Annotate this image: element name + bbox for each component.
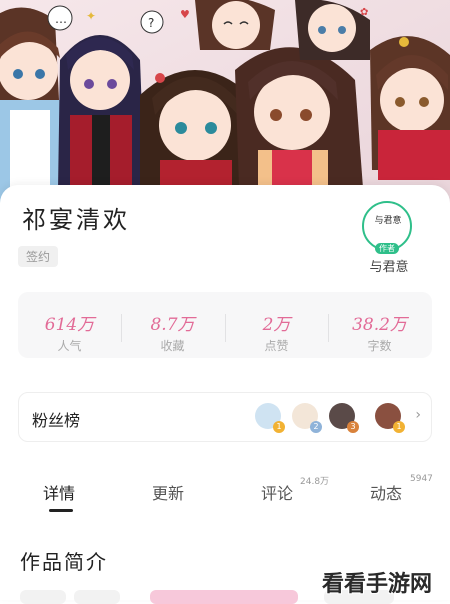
fan-rank-badge: 1 — [273, 421, 285, 433]
book-title: 祁宴清欢 — [22, 206, 130, 234]
watermark: 看看手游网 — [322, 572, 433, 597]
stat-label: 字数 — [367, 339, 392, 353]
fan-avatar[interactable]: 2 — [292, 403, 322, 433]
author-name[interactable]: 与君意 — [362, 256, 416, 275]
stat-label: 人气 — [57, 339, 82, 353]
stat-value: 38.2万 — [352, 315, 407, 335]
genre-chip[interactable] — [74, 590, 120, 604]
stat-value: 2万 — [262, 315, 291, 335]
stat-favorites: 8.7万 收藏 — [121, 310, 224, 354]
tab-activity[interactable]: 动态 — [370, 480, 402, 504]
svg-text:✦: ✦ — [86, 9, 96, 23]
svg-text:✿: ✿ — [360, 7, 368, 18]
cover-banner: … ? ✦ ♥ ✿ — [0, 0, 450, 215]
cover-illustration: … ? ✦ ♥ ✿ — [0, 0, 450, 215]
author-avatar-text: 与君意 — [374, 216, 402, 226]
stat-label: 点赞 — [264, 339, 289, 353]
fans-ranking-label: 粉丝榜 — [32, 411, 81, 430]
stat-value: 614万 — [44, 315, 95, 335]
stat-likes: 2万 点赞 — [225, 310, 328, 354]
fan-avatar[interactable]: 1 — [255, 403, 285, 433]
fan-rank-badge: 1 — [393, 421, 405, 433]
stat-label: 收藏 — [160, 339, 185, 353]
svg-text:…: … — [55, 12, 67, 26]
synopsis-title: 作品简介 — [20, 550, 108, 574]
author-badge: 作者 — [375, 243, 399, 254]
svg-text:?: ? — [148, 16, 154, 30]
fan-rank-badge: 3 — [347, 421, 359, 433]
stat-value: 8.7万 — [150, 315, 195, 335]
fan-avatar[interactable]: 3 — [329, 403, 359, 433]
stat-word-count: 38.2万 字数 — [328, 310, 431, 354]
fan-avatar[interactable]: 1 — [375, 403, 405, 433]
genre-chip[interactable] — [20, 590, 66, 604]
chevron-right-icon[interactable]: › — [415, 407, 421, 423]
fan-rank-badge: 2 — [310, 421, 322, 433]
comments-count: 24.8万 — [300, 477, 330, 487]
svg-text:♥: ♥ — [180, 8, 190, 21]
activity-count: 5947 — [410, 474, 433, 484]
stats-panel: 614万 人气 8.7万 收藏 2万 点赞 38.2万 字数 — [18, 292, 432, 358]
highlight-chip[interactable] — [150, 590, 298, 604]
tab-updates[interactable]: 更新 — [152, 480, 184, 504]
stat-popularity: 614万 人气 — [18, 310, 121, 354]
fans-ranking-row[interactable]: 粉丝榜 1 2 3 1 › — [18, 392, 432, 442]
tab-details[interactable]: 详情 — [43, 480, 75, 504]
tab-comments[interactable]: 评论 — [261, 480, 293, 504]
signed-tag: 签约 — [18, 246, 59, 267]
tab-active-indicator — [49, 509, 73, 512]
